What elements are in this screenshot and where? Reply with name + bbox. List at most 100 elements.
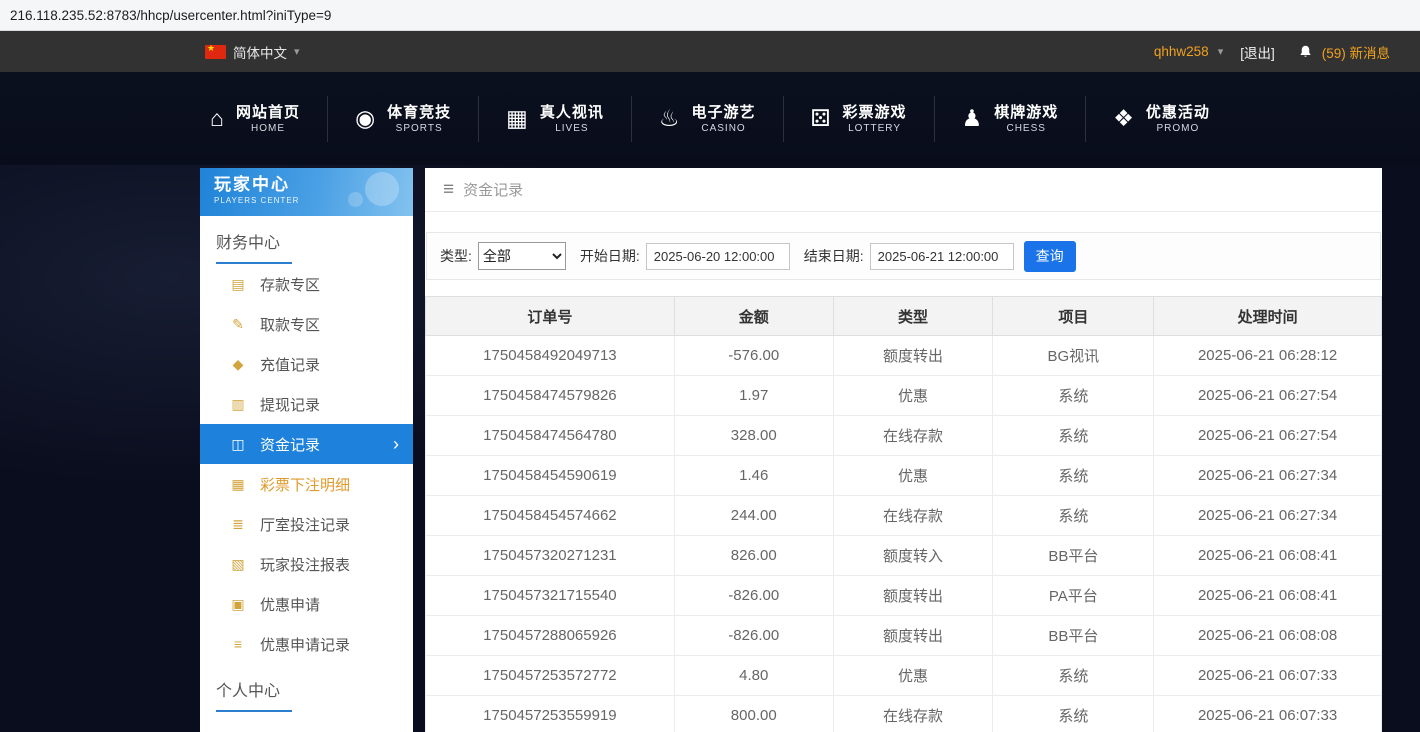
chevron-down-icon[interactable]: ▾: [1218, 45, 1224, 58]
content-region: 玩家中心 PLAYERS CENTER 财务中心 ▤ 存款专区 › ✎ 取款专区…: [0, 165, 1420, 732]
language-selector[interactable]: 简体中文 ▾: [205, 42, 300, 62]
table-body: 1750458492049713 -576.00 额度转出 BG视讯 2025-…: [426, 336, 1382, 732]
cell-amount: 800.00: [674, 696, 833, 732]
sidebar-item[interactable]: ▣ 优惠申请 ›: [200, 584, 413, 624]
search-button[interactable]: 查询: [1024, 241, 1076, 272]
account-actions: qhhw258 ▾ [退出] (59) 新消息: [1154, 42, 1390, 62]
sidebar-item[interactable]: ▤ 存款专区 ›: [200, 264, 413, 304]
cell-order-id: 1750458474579826: [426, 376, 675, 416]
nav-item-subtitle: HOME: [251, 122, 285, 135]
browser-url-bar[interactable]: 216.118.235.52:8783/hhcp/usercenter.html…: [0, 0, 1420, 31]
header-time: 处理时间: [1154, 297, 1382, 336]
sidebar-item-label: 取款专区: [260, 314, 320, 335]
sidebar-item[interactable]: ◫ 资金记录 ›: [200, 424, 413, 464]
promo-icon: ❖: [1113, 107, 1134, 130]
nav-item-subtitle: PROMO: [1156, 122, 1199, 135]
cell-time: 2025-06-21 06:27:54: [1154, 376, 1382, 416]
cell-amount: -826.00: [674, 616, 833, 656]
sidebar: 玩家中心 PLAYERS CENTER 财务中心 ▤ 存款专区 › ✎ 取款专区…: [200, 168, 413, 732]
cell-order-id: 1750458454590619: [426, 456, 675, 496]
sidebar-item[interactable]: ◆ 充值记录 ›: [200, 344, 413, 384]
cell-type: 额度转出: [833, 616, 993, 656]
home-icon: ⌂: [210, 107, 224, 130]
username[interactable]: qhhw258: [1154, 44, 1209, 59]
table-row: 1750458492049713 -576.00 额度转出 BG视讯 2025-…: [426, 336, 1382, 376]
bell-icon[interactable]: [1298, 44, 1313, 60]
hall-bet-icon: ≣: [229, 516, 247, 533]
end-date-input[interactable]: [870, 243, 1014, 270]
sidebar-subtitle: PLAYERS CENTER: [214, 196, 413, 205]
promo-apply-icon: ▣: [229, 596, 247, 613]
sidebar-item[interactable]: ▦ 彩票下注明细 ›: [200, 464, 413, 504]
nav-item[interactable]: ♟ 棋牌游戏 CHESS: [934, 96, 1086, 142]
table-row: 1750458454574662 244.00 在线存款 系统 2025-06-…: [426, 496, 1382, 536]
sidebar-item-label: 玩家投注报表: [260, 554, 350, 575]
chess-icon: ♟: [962, 107, 983, 130]
logout-button[interactable]: [退出]: [1240, 42, 1275, 62]
sidebar-item[interactable]: ≡ 优惠申请记录 ›: [200, 624, 413, 664]
cell-order-id: 1750457253572772: [426, 656, 675, 696]
live-video-icon: ▦: [506, 107, 528, 130]
table-row: 1750457288065926 -826.00 额度转出 BB平台 2025-…: [426, 616, 1382, 656]
end-date-label: 结束日期:: [804, 246, 864, 266]
nav-item-subtitle: LIVES: [555, 122, 588, 135]
cell-type: 额度转入: [833, 536, 993, 576]
sidebar-item[interactable]: ▥ 提现记录 ›: [200, 384, 413, 424]
chevron-right-icon: ›: [393, 435, 399, 453]
cell-type: 优惠: [833, 376, 993, 416]
type-select[interactable]: 全部: [478, 242, 566, 270]
nav-item[interactable]: ❖ 优惠活动 PROMO: [1085, 96, 1237, 142]
cell-project: 系统: [993, 376, 1154, 416]
cell-amount: 4.80: [674, 656, 833, 696]
sidebar-header: 玩家中心 PLAYERS CENTER: [200, 168, 413, 216]
cell-type: 额度转出: [833, 336, 993, 376]
cell-project: BB平台: [993, 536, 1154, 576]
cell-order-id: 1750457253559919: [426, 696, 675, 732]
cell-project: 系统: [993, 656, 1154, 696]
cell-order-id: 1750458474564780: [426, 416, 675, 456]
start-date-input[interactable]: [646, 243, 790, 270]
nav-item-title: 棋牌游戏: [994, 103, 1058, 122]
sidebar-item[interactable]: ≣ 厅室投注记录 ›: [200, 504, 413, 544]
main-nav: ⌂ 网站首页 HOME ◉ 体育竞技 SPORTS ▦ 真人视讯 LIVES ♨: [0, 72, 1420, 165]
cell-type: 在线存款: [833, 416, 993, 456]
nav-item[interactable]: ◉ 体育竞技 SPORTS: [327, 96, 478, 142]
sidebar-item-label: 充值记录: [260, 354, 320, 375]
deposit-icon: ▤: [229, 276, 247, 293]
cell-type: 额度转出: [833, 576, 993, 616]
cell-order-id: 1750458492049713: [426, 336, 675, 376]
cell-time: 2025-06-21 06:08:08: [1154, 616, 1382, 656]
language-label: 简体中文: [233, 42, 287, 62]
nav-item[interactable]: ⌂ 网站首页 HOME: [183, 96, 327, 142]
sidebar-item-label: 厅室投注记录: [260, 514, 350, 535]
table-row: 1750457253572772 4.80 优惠 系统 2025-06-21 0…: [426, 656, 1382, 696]
nav-item[interactable]: ⚄ 彩票游戏 LOTTERY: [783, 96, 934, 142]
withdrawal-record-icon: ▥: [229, 396, 247, 413]
funds-record-icon: ◫: [229, 436, 247, 453]
lottery-icon: ⚄: [811, 107, 831, 130]
nav-item[interactable]: ♨ 电子游艺 CASINO: [631, 96, 783, 142]
funds-record-table: 订单号 金额 类型 项目 处理时间 1750458492049713 -576.…: [425, 296, 1382, 732]
breadcrumb: ≡ 资金记录: [425, 168, 1382, 212]
nav-item[interactable]: ▦ 真人视讯 LIVES: [478, 96, 631, 142]
cell-time: 2025-06-21 06:08:41: [1154, 576, 1382, 616]
sidebar-item-label: 提现记录: [260, 394, 320, 415]
cell-project: 系统: [993, 696, 1154, 732]
withdraw-icon: ✎: [229, 316, 247, 333]
cell-order-id: 1750457288065926: [426, 616, 675, 656]
sidebar-item[interactable]: ✎ 取款专区 ›: [200, 304, 413, 344]
cell-time: 2025-06-21 06:07:33: [1154, 696, 1382, 732]
nav-item-title: 彩票游戏: [843, 103, 907, 122]
cell-project: BB平台: [993, 616, 1154, 656]
sidebar-item[interactable]: ▧ 玩家投注报表 ›: [200, 544, 413, 584]
header-order-id: 订单号: [426, 297, 675, 336]
new-messages-link[interactable]: (59) 新消息: [1322, 42, 1390, 62]
cell-project: 系统: [993, 496, 1154, 536]
cell-amount: 244.00: [674, 496, 833, 536]
sidebar-section-personal: 个人中心: [200, 664, 413, 712]
cell-project: 系统: [993, 416, 1154, 456]
cell-project: BG视讯: [993, 336, 1154, 376]
browser-url[interactable]: 216.118.235.52:8783/hhcp/usercenter.html…: [10, 8, 331, 23]
cell-amount: 826.00: [674, 536, 833, 576]
table-row: 1750457321715540 -826.00 额度转出 PA平台 2025-…: [426, 576, 1382, 616]
